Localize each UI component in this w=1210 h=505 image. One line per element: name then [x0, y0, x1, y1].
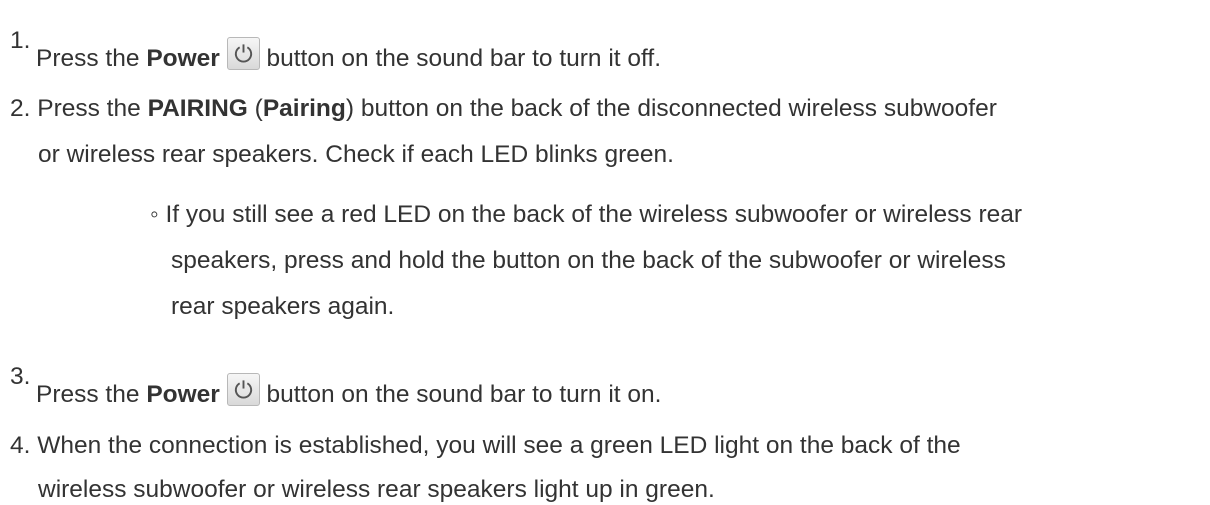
- power-icon: [226, 37, 260, 70]
- step-3-number: 3.: [10, 363, 31, 390]
- step-1-before: Press the: [36, 45, 147, 72]
- step-1-bold: Power: [146, 45, 220, 72]
- step-4-text-1: When the connection is established, you …: [37, 432, 961, 459]
- sub-bullet-line-1: ◦ If you still see a red LED on the back…: [150, 201, 1023, 228]
- step-2-bold-pairing-upper: PAIRING: [147, 95, 248, 122]
- sub-bullet-marker: ◦: [150, 201, 159, 228]
- step-3-text: Press the Power button on the sound bar …: [36, 373, 661, 408]
- sub-bullet-line-3: rear speakers again.: [171, 293, 395, 320]
- step-2-number: 2.: [10, 95, 31, 122]
- step-2-paren-open: (: [247, 95, 263, 122]
- step-1-text: Press the Power button on the sound bar …: [36, 37, 661, 72]
- step-2-before: Press the: [37, 95, 148, 122]
- step-2-bold-pairing: Pairing: [262, 95, 346, 122]
- step-2-paren-close: ): [345, 95, 355, 122]
- step-3-after: button on the sound bar to turn it on.: [259, 381, 662, 408]
- step-2-line-2: or wireless rear speakers. Check if each…: [38, 141, 674, 168]
- step-1-after: button on the sound bar to turn it off.: [259, 45, 662, 72]
- step-3-bold: Power: [146, 381, 220, 408]
- step-2-line1-rest: button on the back of the disconnected w…: [354, 95, 997, 122]
- step-3-before: Press the: [36, 381, 147, 408]
- step-1-number: 1.: [10, 27, 31, 54]
- step-4-number: 4.: [10, 432, 31, 459]
- step-4-line-1: 4. When the connection is established, y…: [10, 432, 961, 459]
- power-icon: [226, 373, 260, 406]
- step-2-line-1: 2. Press the PAIRING (Pairing) button on…: [10, 95, 997, 122]
- step-4-line-2: wireless subwoofer or wireless rear spea…: [38, 476, 715, 503]
- sub-bullet-text-1: If you still see a red LED on the back o…: [165, 201, 1023, 228]
- sub-bullet-line-2: speakers, press and hold the button on t…: [171, 247, 1006, 274]
